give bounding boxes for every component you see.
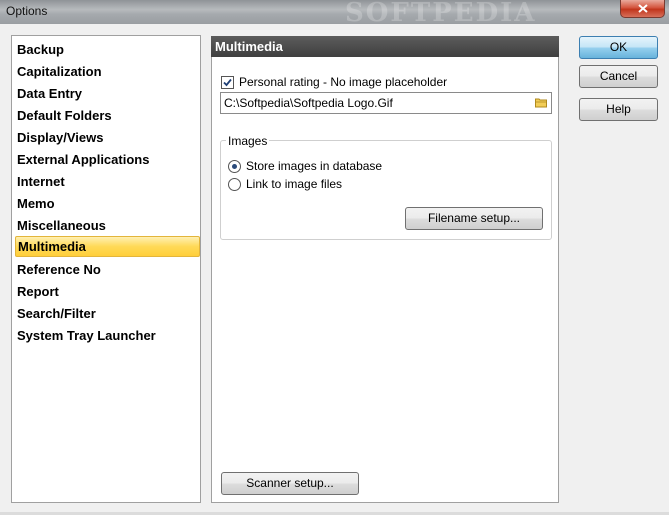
link-images-radio[interactable]	[228, 177, 241, 191]
sidebar-item-display-views[interactable]: Display/Views	[15, 127, 200, 148]
sidebar-item-system-tray-launcher[interactable]: System Tray Launcher	[15, 325, 200, 346]
close-icon	[637, 4, 648, 13]
help-button[interactable]: Help	[579, 98, 658, 121]
sidebar-item-reference-no[interactable]: Reference No	[15, 259, 200, 280]
store-images-option[interactable]: Store images in database	[228, 158, 382, 174]
cancel-button[interactable]: Cancel	[579, 65, 658, 88]
category-list[interactable]: Backup Capitalization Data Entry Default…	[11, 35, 201, 503]
radio-dot-icon	[232, 163, 237, 169]
image-path-field[interactable]: C:\Softpedia\Softpedia Logo.Gif	[220, 92, 552, 114]
images-group-legend: Images	[226, 134, 270, 148]
scanner-setup-button[interactable]: Scanner setup...	[221, 472, 359, 495]
window-title: Options	[6, 4, 48, 18]
sidebar-item-capitalization[interactable]: Capitalization	[15, 61, 200, 82]
sidebar-item-default-folders[interactable]: Default Folders	[15, 105, 200, 126]
store-images-label: Store images in database	[246, 159, 383, 173]
personal-rating-label: Personal rating - No image placeholder	[239, 75, 448, 89]
sidebar-item-data-entry[interactable]: Data Entry	[15, 83, 200, 104]
sidebar-item-report[interactable]: Report	[15, 281, 200, 302]
image-path-value: C:\Softpedia\Softpedia Logo.Gif	[224, 96, 393, 110]
store-images-radio[interactable]	[228, 159, 241, 173]
filename-setup-button[interactable]: Filename setup...	[405, 207, 543, 230]
settings-panel	[211, 57, 559, 503]
sidebar-item-memo[interactable]: Memo	[15, 193, 200, 214]
folder-icon[interactable]	[535, 97, 547, 108]
sidebar-item-search-filter[interactable]: Search/Filter	[15, 303, 200, 324]
watermark: SOFTPEDIA	[345, 0, 537, 28]
sidebar-item-external-applications[interactable]: External Applications	[15, 149, 200, 170]
sidebar-item-backup[interactable]: Backup	[15, 39, 200, 60]
checkmark-icon	[223, 78, 232, 86]
link-images-option[interactable]: Link to image files	[228, 176, 342, 192]
sidebar-item-internet[interactable]: Internet	[15, 171, 200, 192]
personal-rating-option[interactable]: Personal rating - No image placeholder	[221, 74, 447, 90]
title-bar: Options SOFTPEDIA	[0, 0, 669, 28]
personal-rating-checkbox[interactable]	[221, 75, 234, 89]
link-images-label: Link to image files	[246, 177, 343, 191]
sidebar-item-multimedia[interactable]: Multimedia	[15, 236, 200, 257]
close-button[interactable]	[620, 0, 665, 18]
sidebar-item-miscellaneous[interactable]: Miscellaneous	[15, 215, 200, 236]
panel-header: Multimedia	[211, 36, 559, 57]
ok-button[interactable]: OK	[579, 36, 658, 59]
